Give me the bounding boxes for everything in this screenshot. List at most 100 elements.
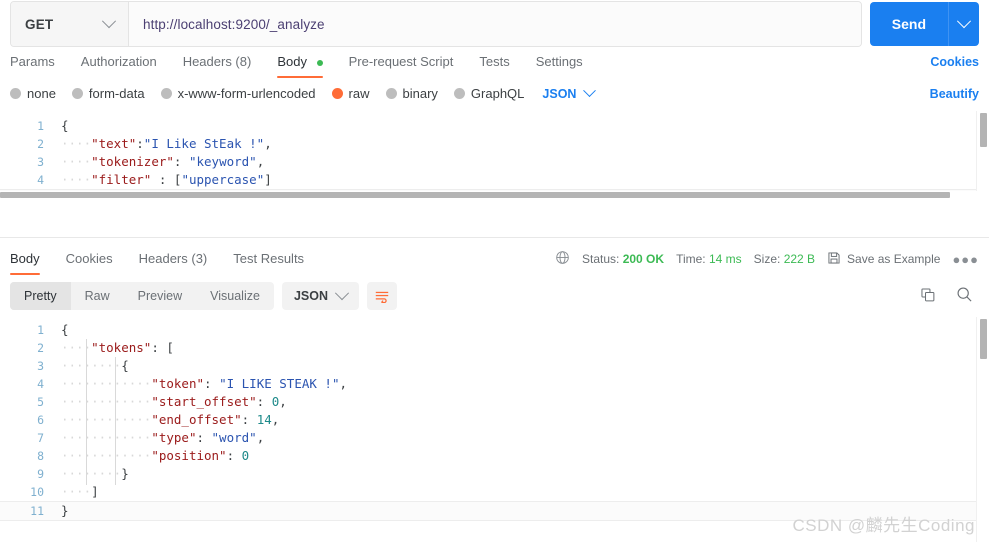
send-button-group: Send [869,2,979,46]
body-type-none[interactable]: none [10,86,56,101]
radio-icon [160,88,172,99]
request-horizontal-scrollbar[interactable] [0,191,977,199]
tab-label: Settings [535,54,583,69]
send-options-button[interactable] [948,2,979,46]
line-number: 1 [37,323,44,337]
size-value: 222 B [783,252,816,266]
http-method-label: GET [25,16,54,32]
tab-authorization[interactable]: Authorization [81,54,171,78]
tab-tests[interactable]: Tests [479,54,523,78]
code-line: 11} [0,501,989,521]
request-body-editor[interactable]: 1{2 ····"text":"I Like StEak !", 3 ····"tok… [0,110,989,199]
code-text: { [61,118,69,133]
body-type-raw[interactable]: raw [331,86,370,101]
response-tab-headers[interactable]: Headers (3) [139,251,222,275]
body-type-selector: none form-data x-www-form-urlencoded raw… [0,78,989,110]
line-number: 4 [37,173,44,187]
response-tab-cookies[interactable]: Cookies [66,251,127,275]
tab-label: Pre-request Script [348,54,454,69]
radio-icon [71,88,83,99]
copy-icon[interactable] [920,287,936,306]
save-as-example-button[interactable]: Save as Example [827,251,940,268]
line-number: 7 [37,431,44,445]
tab-label: Authorization [80,54,157,69]
response-tab-body[interactable]: Body [10,251,54,275]
scrollbar-thumb[interactable] [980,319,987,359]
line-number: 1 [37,119,44,133]
request-vertical-scrollbar[interactable] [976,111,989,199]
radio-icon-selected [331,88,343,99]
radio-label: form-data [88,86,145,101]
code-text: ············"end_offset": 14, [61,412,280,427]
chevron-down-icon [101,14,117,29]
request-pane-filler [0,199,989,237]
code-text: ········} [61,466,129,481]
code-text: ····] [61,484,99,499]
response-tabs: Body Cookies Headers (3) Test Results St… [0,245,989,275]
send-button[interactable]: Send [870,2,948,46]
scrollbar-thumb[interactable] [0,192,950,198]
body-type-urlencoded[interactable]: x-www-form-urlencoded [160,86,316,101]
line-number: 5 [37,395,44,409]
cookies-link[interactable]: Cookies [930,55,979,78]
tab-settings[interactable]: Settings [536,54,597,78]
code-text: ············"type": "word", [61,430,265,445]
response-vertical-scrollbar[interactable] [976,317,989,542]
indent-guide [115,357,116,485]
view-mode-visualize[interactable]: Visualize [196,282,274,310]
request-format-dropdown[interactable]: JSON [542,84,597,101]
status-value: 200 OK [622,252,665,266]
http-method-dropdown[interactable]: GET [11,2,129,46]
view-mode-preview[interactable]: Preview [124,282,196,310]
radio-icon [453,88,465,99]
view-mode-pretty[interactable]: Pretty [10,282,71,310]
code-line: 7 ············"type": "word", [0,429,989,447]
code-text: ············"start_offset": 0, [61,394,287,409]
tab-pre-request-script[interactable]: Pre-request Script [349,54,468,78]
body-type-binary[interactable]: binary [385,86,438,101]
code-line: 5 ············"start_offset": 0, [0,393,989,411]
size-label: Size: [753,252,781,266]
scrollbar-thumb[interactable] [980,113,987,147]
active-tab-underline [10,272,40,275]
view-mode-raw[interactable]: Raw [71,282,124,310]
beautify-button[interactable]: Beautify [930,87,979,101]
word-wrap-button[interactable] [367,282,397,310]
radio-label: raw [348,86,370,101]
active-tab-underline [277,75,323,78]
radio-label: none [27,86,56,101]
response-time: Time: 14 ms [676,252,742,266]
response-size: Size: 222 B [754,252,815,266]
response-view-toolbar: Pretty Raw Preview Visualize JSON [0,275,989,317]
radio-label: binary [402,86,438,101]
tab-headers[interactable]: Headers (8) [183,54,266,78]
response-view-mode-group: Pretty Raw Preview Visualize [10,282,274,310]
code-text: } [61,503,69,518]
save-icon [827,251,841,268]
method-url-group: GET http://localhost:9200/_analyze [10,1,862,47]
line-number: 10 [30,485,44,499]
tab-params[interactable]: Params [10,54,69,78]
tab-body[interactable]: Body [277,54,336,78]
code-line: 4 ············"token": "I LIKE STEAK !", [0,375,989,393]
time-value: 14 ms [708,252,742,266]
code-line: 4 ····"filter" : ["uppercase"] [0,171,989,189]
tab-label: Body [277,54,307,69]
url-input[interactable]: http://localhost:9200/_analyze [129,2,861,46]
response-format-dropdown[interactable]: JSON [281,282,359,310]
code-text: ····"tokenizer": "keyword", [61,154,265,169]
code-line: 6 ············"end_offset": 14, [0,411,989,429]
time-label: Time: [676,252,706,266]
code-line: 10 ····] [0,483,989,501]
line-number: 6 [37,413,44,427]
body-type-form-data[interactable]: form-data [71,86,145,101]
view-mode-label: Visualize [210,289,260,303]
radio-icon [10,88,21,99]
body-type-graphql[interactable]: GraphQL [453,86,524,101]
response-body-editor[interactable]: 1{2 ····"tokens": [3 ········{4 ···········… [0,317,989,542]
search-icon[interactable] [956,286,973,306]
more-options-icon[interactable]: ●●● [952,252,979,267]
code-text: { [61,322,69,337]
response-tab-test-results[interactable]: Test Results [233,251,318,275]
tab-label: Params [10,54,55,69]
